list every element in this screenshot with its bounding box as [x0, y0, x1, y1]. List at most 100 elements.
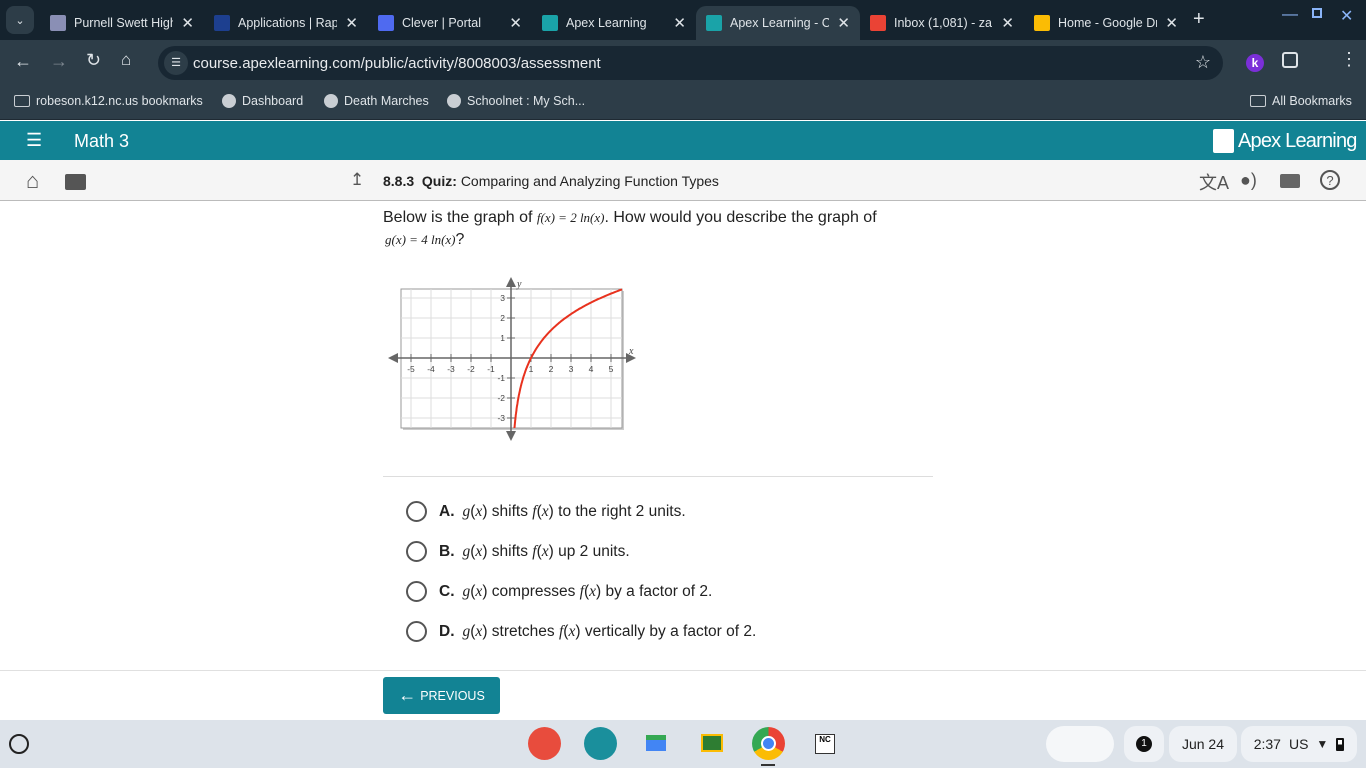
nc-icon [214, 15, 230, 31]
y-axis-arrow-down [506, 431, 516, 441]
bookmark-schoolnet[interactable]: Schoolnet : My Sch... [447, 94, 585, 108]
address-bar[interactable]: ☰ course.apexlearning.com/public/activit… [158, 46, 1223, 80]
x-tick-label: -4 [427, 364, 435, 374]
y-tick-label: 3 [500, 293, 505, 303]
tab[interactable]: Applications | Rapid ✕ [204, 6, 368, 40]
close-window-button[interactable]: ✕ [1340, 6, 1353, 26]
tab[interactable]: Apex Learning - Courses✕ [696, 6, 860, 40]
bookmark-folder[interactable]: robeson.k12.nc.us bookmarks [14, 94, 203, 108]
notification-pill[interactable]: 1 [1124, 726, 1164, 762]
radio-button[interactable] [406, 581, 427, 602]
previous-button[interactable]: ← PREVIOUS [383, 677, 500, 714]
x-tick-label: -2 [467, 364, 475, 374]
footer-divider [0, 670, 1366, 671]
activity-bar: ⌂ ↥ 8.8.3 Quiz: Comparing and Analyzing … [0, 160, 1366, 201]
y-tick-label: 2 [500, 313, 505, 323]
clever-icon [378, 15, 394, 31]
help-icon[interactable]: ? [1320, 170, 1340, 190]
bookmark-death-marches[interactable]: Death Marches [324, 94, 429, 108]
reload-icon[interactable]: ↻ [86, 50, 101, 71]
minimize-button[interactable]: — [1282, 6, 1298, 24]
print-icon[interactable] [1280, 174, 1300, 188]
status-area[interactable]: 2:37 US ▼ [1241, 726, 1357, 762]
globe-icon [324, 94, 338, 108]
y-axis-arrow-up [506, 277, 516, 287]
option-text: g(x) shifts f(x) up 2 units. [462, 542, 630, 560]
close-tab-icon[interactable]: ✕ [837, 14, 850, 32]
profile-avatar[interactable]: k [1246, 54, 1264, 72]
course-title: Math 3 [74, 131, 130, 151]
tab-search-button[interactable]: ⌄ [6, 6, 34, 34]
restore-button[interactable] [1312, 8, 1322, 18]
home-icon[interactable]: ⌂ [121, 50, 131, 70]
x-tick-label: -3 [447, 364, 455, 374]
y-tick-label: -1 [497, 373, 505, 383]
up-arrow-icon[interactable]: ↥ [350, 170, 364, 190]
forward-icon[interactable]: → [50, 51, 68, 72]
bookmark-star-icon[interactable]: ☆ [1195, 52, 1211, 73]
close-tab-icon[interactable]: ✕ [345, 14, 358, 32]
close-tab-icon[interactable]: ✕ [1165, 14, 1178, 32]
radio-button[interactable] [406, 621, 427, 642]
canvas-app-icon[interactable] [528, 727, 561, 760]
x-tick-label: 3 [569, 364, 574, 374]
course-menu-icon[interactable]: ☰ [26, 130, 42, 151]
quiz-heading: 8.8.3 Quiz: Comparing and Analyzing Func… [383, 173, 719, 189]
globe-icon [222, 94, 236, 108]
radio-button[interactable] [406, 501, 427, 522]
y-tick-label: 1 [500, 333, 505, 343]
y-tick-label: -2 [497, 393, 505, 403]
answer-option[interactable]: D. g(x) stretches f(x) vertically by a fa… [406, 621, 756, 642]
bookmarks-bar: robeson.k12.nc.us bookmarks Dashboard De… [0, 86, 1366, 120]
tote-thumbnails[interactable] [1046, 726, 1114, 762]
tab[interactable]: Home - Google Drive✕ [1024, 6, 1188, 40]
all-bookmarks[interactable]: All Bookmarks [1250, 94, 1352, 108]
nc-test-icon[interactable]: NC [808, 727, 841, 760]
x-tick-label: 1 [529, 364, 534, 374]
shield-icon [50, 15, 66, 31]
read-aloud-icon[interactable]: ●) [1240, 170, 1257, 191]
close-tab-icon[interactable]: ✕ [673, 14, 686, 32]
url-text: course.apexlearning.com/public/activity/… [193, 54, 601, 72]
date-pill[interactable]: Jun 24 [1169, 726, 1237, 762]
classroom-cards-icon[interactable] [584, 727, 617, 760]
site-info-icon[interactable]: ☰ [164, 51, 188, 75]
tab[interactable]: Inbox (1,081) - za ✕ [860, 6, 1024, 40]
answer-option[interactable]: B. g(x) shifts f(x) up 2 units. [406, 541, 630, 562]
apex-logo: Apex Learning [1238, 130, 1357, 152]
close-tab-icon[interactable]: ✕ [509, 14, 522, 32]
translate-icon[interactable]: 文A [1199, 169, 1229, 195]
folder-icon [1250, 95, 1266, 107]
chrome-icon[interactable] [752, 727, 785, 760]
tab[interactable]: Apex Learning ✕ [532, 6, 696, 40]
wifi-icon: ▼ [1316, 737, 1329, 751]
apex-icon [542, 15, 558, 31]
tab[interactable]: Clever | Portal ✕ [368, 6, 532, 40]
active-app-indicator [761, 764, 775, 766]
answer-option[interactable]: A. g(x) shifts f(x) to the right 2 units. [406, 501, 686, 522]
bookmark-dashboard[interactable]: Dashboard [222, 94, 303, 108]
menu-icon[interactable]: ⋮ [1340, 49, 1358, 70]
close-tab-icon[interactable]: ✕ [1001, 14, 1014, 32]
option-text: g(x) compresses f(x) by a factor of 2. [462, 582, 713, 600]
x-axis-label: x [628, 346, 634, 357]
home-icon[interactable]: ⌂ [26, 168, 39, 194]
radio-button[interactable] [406, 541, 427, 562]
launcher-button[interactable] [9, 734, 29, 754]
new-tab-button[interactable]: + [1193, 8, 1205, 31]
google-classroom-icon[interactable] [696, 727, 729, 760]
files-app-icon[interactable] [640, 727, 673, 760]
folder-icon [14, 95, 30, 107]
x-tick-label: -1 [487, 364, 495, 374]
close-tab-icon[interactable]: ✕ [181, 14, 194, 32]
back-icon[interactable]: ← [14, 51, 32, 72]
x-tick-label: 4 [589, 364, 594, 374]
question-text: Below is the graph of f(x) = 2 ln(x). Ho… [383, 209, 877, 226]
extensions-icon[interactable] [1282, 52, 1298, 68]
briefcase-icon[interactable] [65, 174, 86, 190]
answer-option[interactable]: C. g(x) compresses f(x) by a factor of 2. [406, 581, 712, 602]
globe-icon [447, 94, 461, 108]
y-axis-label: y [516, 279, 522, 290]
x-axis-arrow-left [388, 353, 398, 363]
tab[interactable]: Purnell Swett High ✕ [40, 6, 204, 40]
